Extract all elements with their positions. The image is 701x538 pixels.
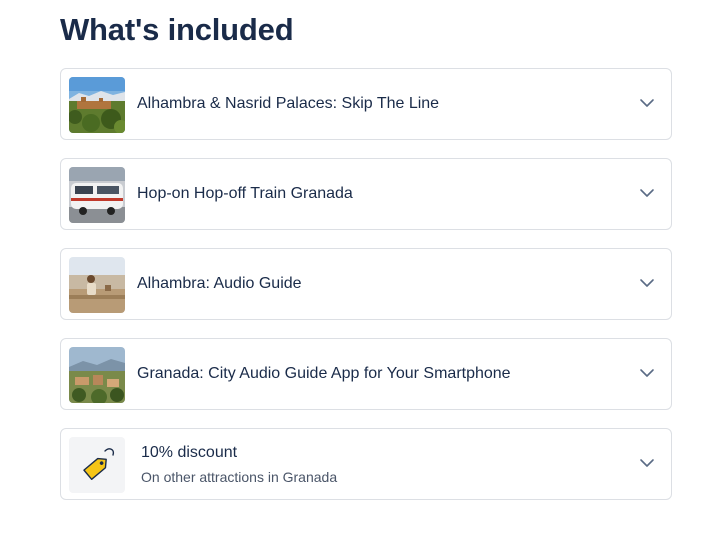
chevron-down-icon[interactable] (639, 365, 655, 381)
included-item-alhambra-nasrid[interactable]: Alhambra & Nasrid Palaces: Skip The Line (60, 68, 672, 140)
included-item-label: Granada: City Audio Guide App for Your S… (137, 365, 511, 382)
audio-guide-photo (69, 257, 125, 313)
included-item-audio-guide[interactable]: Alhambra: Audio Guide (60, 248, 672, 320)
included-item-discount[interactable]: 10% discount On other attractions in Gra… (60, 428, 672, 500)
section-title: What's included (60, 12, 294, 47)
included-item-label: Alhambra: Audio Guide (137, 275, 302, 292)
included-item-label: Hop-on Hop-off Train Granada (137, 185, 353, 202)
discount-label: 10% discount (141, 444, 238, 461)
alhambra-photo (69, 77, 125, 133)
granada-city-photo (69, 347, 125, 403)
chevron-down-icon[interactable] (639, 95, 655, 111)
whats-included-section: What's included Alhambra & Nasrid Palace… (0, 0, 701, 538)
included-item-city-audio-app[interactable]: Granada: City Audio Guide App for Your S… (60, 338, 672, 410)
chevron-down-icon[interactable] (639, 455, 655, 471)
discount-sublabel: On other attractions in Granada (141, 469, 338, 485)
included-item-label: Alhambra & Nasrid Palaces: Skip The Line (137, 95, 440, 112)
chevron-down-icon[interactable] (639, 185, 655, 201)
price-tag-icon (69, 437, 125, 493)
chevron-down-icon[interactable] (639, 275, 655, 291)
train-photo (69, 167, 125, 223)
included-item-hop-on-train[interactable]: Hop-on Hop-off Train Granada (60, 158, 672, 230)
